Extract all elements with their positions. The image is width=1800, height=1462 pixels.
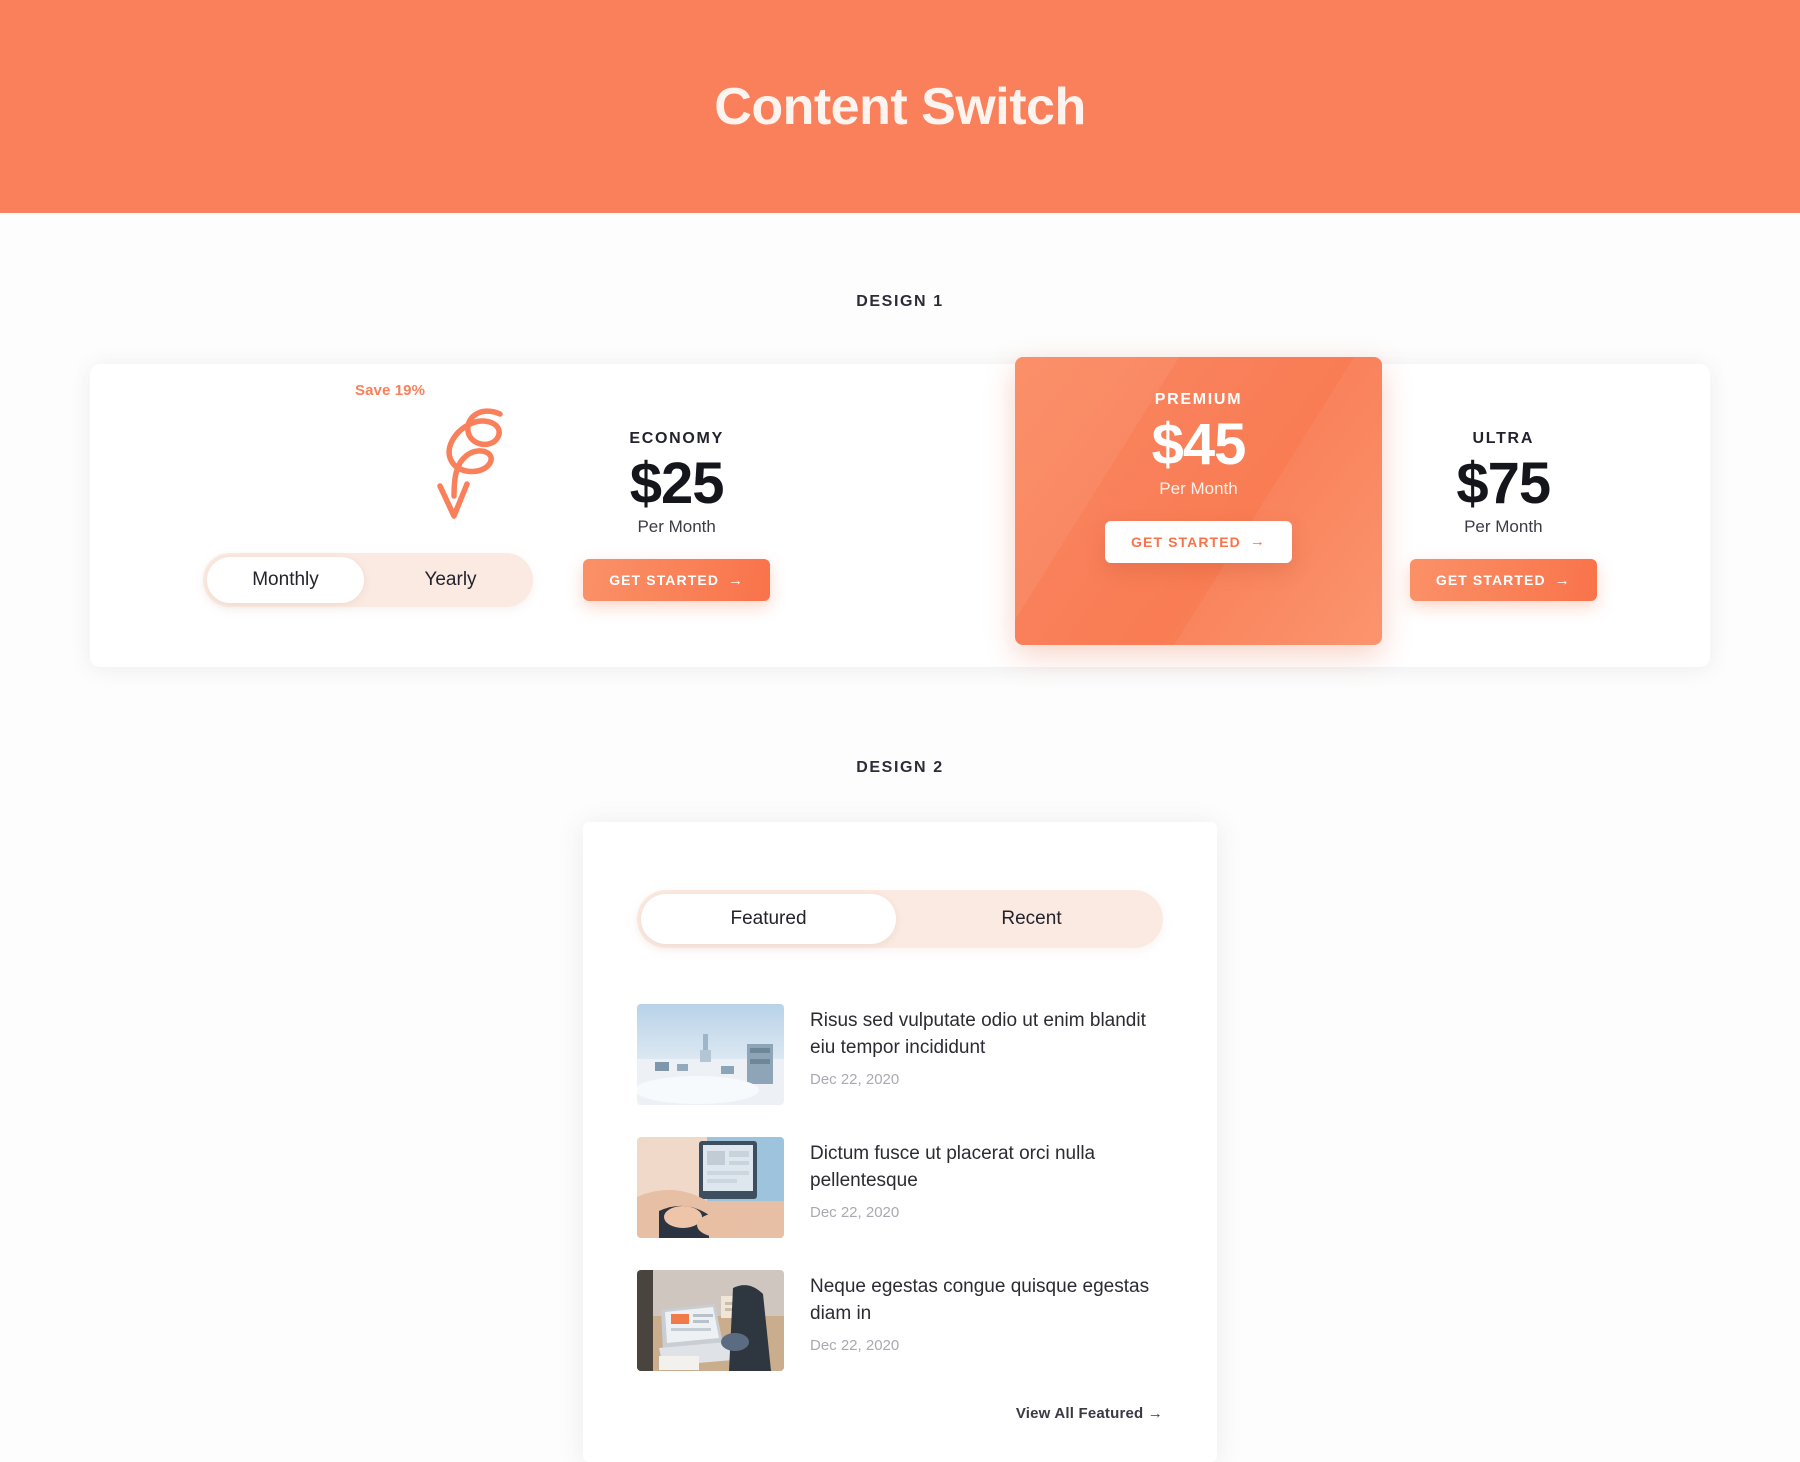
article-body: Risus sed vulputate odio ut enim blandit… [810, 1004, 1163, 1105]
content-tab-switch[interactable]: Featured Recent [637, 890, 1163, 948]
button-label: GET STARTED [1435, 572, 1546, 589]
toggle-option-monthly[interactable]: Monthly [207, 557, 364, 603]
plan-name: PREMIUM [1154, 391, 1243, 408]
list-item[interactable]: Dictum fusce ut placerat orci nulla pell… [637, 1137, 1163, 1238]
button-label: GET STARTED [609, 572, 720, 589]
pricing-card: Save 19% Monthly Yearly ECONOMY $25 Per … [90, 357, 1710, 667]
plan-price: $25 [629, 450, 725, 516]
tab-recent[interactable]: Recent [904, 894, 1159, 944]
plan-price: $45 [1151, 412, 1247, 477]
arrow-right-icon: → [728, 571, 745, 589]
design-1-section: Save 19% Monthly Yearly ECONOMY $25 Per … [0, 357, 1800, 667]
get-started-button-ultra[interactable]: GET STARTED → [1409, 559, 1597, 602]
article-date: Dec 22, 2020 [810, 1070, 900, 1088]
page-header: Content Switch [0, 0, 1800, 213]
arrow-right-icon: → [1147, 1405, 1163, 1422]
article-body: Neque egestas congue quisque egestas dia… [810, 1270, 1163, 1371]
desk-workspace-laptop-thumbnail [637, 1270, 784, 1371]
arrow-right-icon: → [1554, 571, 1571, 589]
article-title: Dictum fusce ut placerat orci nulla pell… [810, 1143, 1096, 1191]
plan-premium: PREMIUM $45 Per Month GET STARTED → [1015, 357, 1382, 645]
list-item[interactable]: Risus sed vulputate odio ut enim blandit… [637, 1004, 1163, 1105]
button-label: GET STARTED [1131, 533, 1241, 550]
article-date: Dec 22, 2020 [810, 1336, 900, 1354]
plan-period: Per Month [1159, 478, 1238, 498]
get-started-button-economy[interactable]: GET STARTED → [583, 559, 771, 602]
view-all-label: View All Featured [1015, 1405, 1144, 1422]
billing-switch-column: Save 19% Monthly Yearly [90, 364, 533, 667]
article-list: Risus sed vulputate odio ut enim blandit… [637, 1004, 1163, 1371]
view-all-featured-link[interactable]: View All Featured → [637, 1405, 1163, 1422]
plan-economy: ECONOMY $25 Per Month GET STARTED → [470, 430, 883, 602]
design-2-section: Featured Recent Risus sed vulputate odio… [0, 822, 1800, 1462]
article-title: Risus sed vulputate odio ut enim blandit… [810, 1010, 1146, 1058]
plan-name: ECONOMY [629, 429, 724, 447]
save-badge: Save 19% [355, 382, 426, 399]
arrow-right-icon: → [1249, 533, 1266, 551]
content-feed-card: Featured Recent Risus sed vulputate odio… [583, 822, 1217, 1462]
list-item[interactable]: Neque egestas congue quisque egestas dia… [637, 1270, 1163, 1371]
article-title: Neque egestas congue quisque egestas dia… [810, 1276, 1150, 1324]
plan-period: Per Month [637, 517, 716, 537]
get-started-button-premium[interactable]: GET STARTED → [1105, 520, 1292, 563]
design-2-section-label: DESIGN 2 [856, 759, 944, 776]
page-title: Content Switch [714, 77, 1086, 136]
design-1-section-label: DESIGN 1 [856, 293, 944, 310]
hands-on-laptop-thumbnail [637, 1137, 784, 1238]
tab-featured[interactable]: Featured [641, 894, 896, 944]
article-body: Dictum fusce ut placerat orci nulla pell… [810, 1137, 1163, 1238]
article-date: Dec 22, 2020 [810, 1203, 900, 1221]
snowy-cityscape-thumbnail [637, 1004, 784, 1105]
